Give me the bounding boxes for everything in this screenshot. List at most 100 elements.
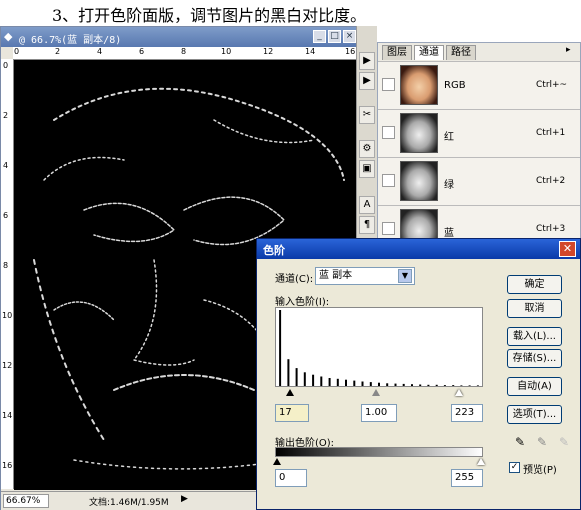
ruler-tick: 12 xyxy=(263,47,274,56)
gray-eyedropper-icon[interactable]: ✎ xyxy=(535,435,549,449)
channel-thumbnail xyxy=(400,113,438,153)
channel-select-value: 蓝 副本 xyxy=(319,270,353,281)
chevron-down-icon[interactable]: ▼ xyxy=(398,269,412,283)
input-gamma-field[interactable]: 1.00 xyxy=(361,404,397,422)
ruler-tick: 4 xyxy=(97,47,103,56)
tab-channels[interactable]: 通道 xyxy=(414,45,444,60)
ruler-tick: 0 xyxy=(3,61,9,70)
tool-palette: ▶ ▶ ✂ ⚙ ▣ A ¶ xyxy=(356,26,377,246)
black-eyedropper-icon[interactable]: ✎ xyxy=(513,435,527,449)
histogram-bar xyxy=(378,382,380,386)
ruler-vertical: 0 2 4 6 8 10 12 14 16 xyxy=(1,59,14,489)
panel-menu-icon[interactable]: ▸ xyxy=(566,45,571,55)
cancel-button[interactable]: 取消 xyxy=(507,299,562,318)
channel-name: 红 xyxy=(444,132,454,143)
channels-panel: 图层 通道 路径 ▸ RGB Ctrl+~ 红 Ctrl+1 绿 Ctrl+2 … xyxy=(377,42,581,254)
maximize-button[interactable]: □ xyxy=(328,30,341,43)
channel-thumbnail xyxy=(400,161,438,201)
output-white-field[interactable]: 255 xyxy=(451,469,483,487)
white-eyedropper-icon[interactable]: ✎ xyxy=(557,435,571,449)
ruler-tick: 4 xyxy=(3,161,9,170)
input-white-slider[interactable] xyxy=(455,389,463,396)
histogram-bar xyxy=(460,385,463,386)
tool-button[interactable]: ▶ xyxy=(359,52,375,70)
ruler-horizontal: 0 2 4 6 8 10 12 14 16 xyxy=(13,47,359,60)
histogram-bar xyxy=(386,383,389,386)
close-button[interactable]: × xyxy=(343,30,356,43)
status-arrow-icon[interactable]: ▶ xyxy=(181,494,188,504)
ruler-tick: 10 xyxy=(2,311,13,320)
levels-dialog: 色阶 ✕ 通道(C): 蓝 副本 ▼ 输入色阶(I): 17 1.00 223 … xyxy=(256,238,581,510)
visibility-toggle[interactable] xyxy=(382,78,395,91)
document-titlebar[interactable]: ◆ @ 66.7%(蓝 副本/8) _ □ × xyxy=(1,27,359,47)
tool-button[interactable]: ⚙ xyxy=(359,140,375,158)
output-white-slider[interactable] xyxy=(477,458,485,465)
options-button[interactable]: 选项(T)... xyxy=(507,405,562,424)
channel-row-red[interactable]: 红 Ctrl+1 xyxy=(378,109,580,158)
output-black-slider[interactable] xyxy=(273,458,281,465)
input-gamma-slider[interactable] xyxy=(372,389,380,396)
channel-row-green[interactable]: 绿 Ctrl+2 xyxy=(378,157,580,206)
histogram xyxy=(275,307,483,387)
ruler-tick: 8 xyxy=(181,47,187,56)
ruler-tick: 14 xyxy=(2,411,13,420)
visibility-toggle[interactable] xyxy=(382,126,395,139)
tool-button[interactable]: ✂ xyxy=(359,106,375,124)
histogram-bar xyxy=(476,385,479,386)
histogram-bar xyxy=(312,374,315,386)
tool-button[interactable]: ▣ xyxy=(359,160,375,178)
visibility-toggle[interactable] xyxy=(382,222,395,235)
save-button[interactable]: 存储(S)... xyxy=(507,349,562,368)
histogram-bar xyxy=(452,385,455,386)
histogram-bar xyxy=(468,385,471,386)
minimize-button[interactable]: _ xyxy=(313,30,326,43)
zoom-field[interactable]: 66.67% xyxy=(3,494,49,508)
ruler-tick: 6 xyxy=(3,211,9,220)
histogram-bar xyxy=(369,382,372,386)
histogram-bar xyxy=(345,379,347,386)
ruler-tick: 14 xyxy=(305,47,316,56)
ok-button[interactable]: 确定 xyxy=(507,275,562,294)
histogram-bar xyxy=(402,383,405,386)
tool-button[interactable]: ▶ xyxy=(359,72,375,90)
histogram-bar xyxy=(361,381,364,386)
page-heading: 3、打开色阶面版，调节图片的黑白对比度。 xyxy=(52,6,367,25)
tab-paths[interactable]: 路径 xyxy=(446,45,476,60)
tool-button[interactable]: A xyxy=(359,196,375,214)
channel-shortcut: Ctrl+1 xyxy=(536,128,566,138)
histogram-bar xyxy=(320,376,323,386)
load-button[interactable]: 载入(L)... xyxy=(507,327,562,346)
channel-row-rgb[interactable]: RGB Ctrl+~ xyxy=(378,61,580,110)
document-size-info: 文档:1.46M/1.95M xyxy=(89,498,169,508)
dialog-titlebar[interactable]: 色阶 ✕ xyxy=(257,239,580,259)
histogram-bar xyxy=(279,310,282,386)
close-icon[interactable]: ✕ xyxy=(559,241,576,257)
channel-name: 蓝 xyxy=(444,228,454,239)
channel-shortcut: Ctrl+2 xyxy=(536,176,566,186)
photoshop-icon: ◆ xyxy=(4,30,13,43)
ruler-tick: 10 xyxy=(221,47,232,56)
channel-shortcut: Ctrl+~ xyxy=(536,80,568,90)
channel-select[interactable]: 蓝 副本 ▼ xyxy=(315,267,415,285)
preview-label: 预览(P) xyxy=(523,465,557,476)
ruler-tick: 8 xyxy=(3,261,9,270)
input-black-slider[interactable] xyxy=(286,389,294,396)
dialog-title: 色阶 xyxy=(263,244,285,257)
channel-name: 绿 xyxy=(444,180,454,191)
histogram-bar xyxy=(328,378,331,386)
input-white-field[interactable]: 223 xyxy=(451,404,483,422)
ruler-tick: 6 xyxy=(139,47,145,56)
channel-name: RGB xyxy=(444,80,466,91)
ruler-tick: 12 xyxy=(2,361,13,370)
tool-button[interactable]: ¶ xyxy=(359,216,375,234)
tab-layers[interactable]: 图层 xyxy=(382,45,412,60)
histogram-bar xyxy=(336,378,339,386)
document-title: @ 66.7%(蓝 副本/8) xyxy=(19,35,122,46)
output-black-field[interactable]: 0 xyxy=(275,469,307,487)
preview-checkbox[interactable]: ✓ xyxy=(509,462,520,473)
auto-button[interactable]: 自动(A) xyxy=(507,377,562,396)
input-black-field[interactable]: 17 xyxy=(275,404,309,422)
input-levels-label: 输入色阶(I): xyxy=(275,297,330,308)
histogram-bar xyxy=(353,380,356,386)
visibility-toggle[interactable] xyxy=(382,174,395,187)
